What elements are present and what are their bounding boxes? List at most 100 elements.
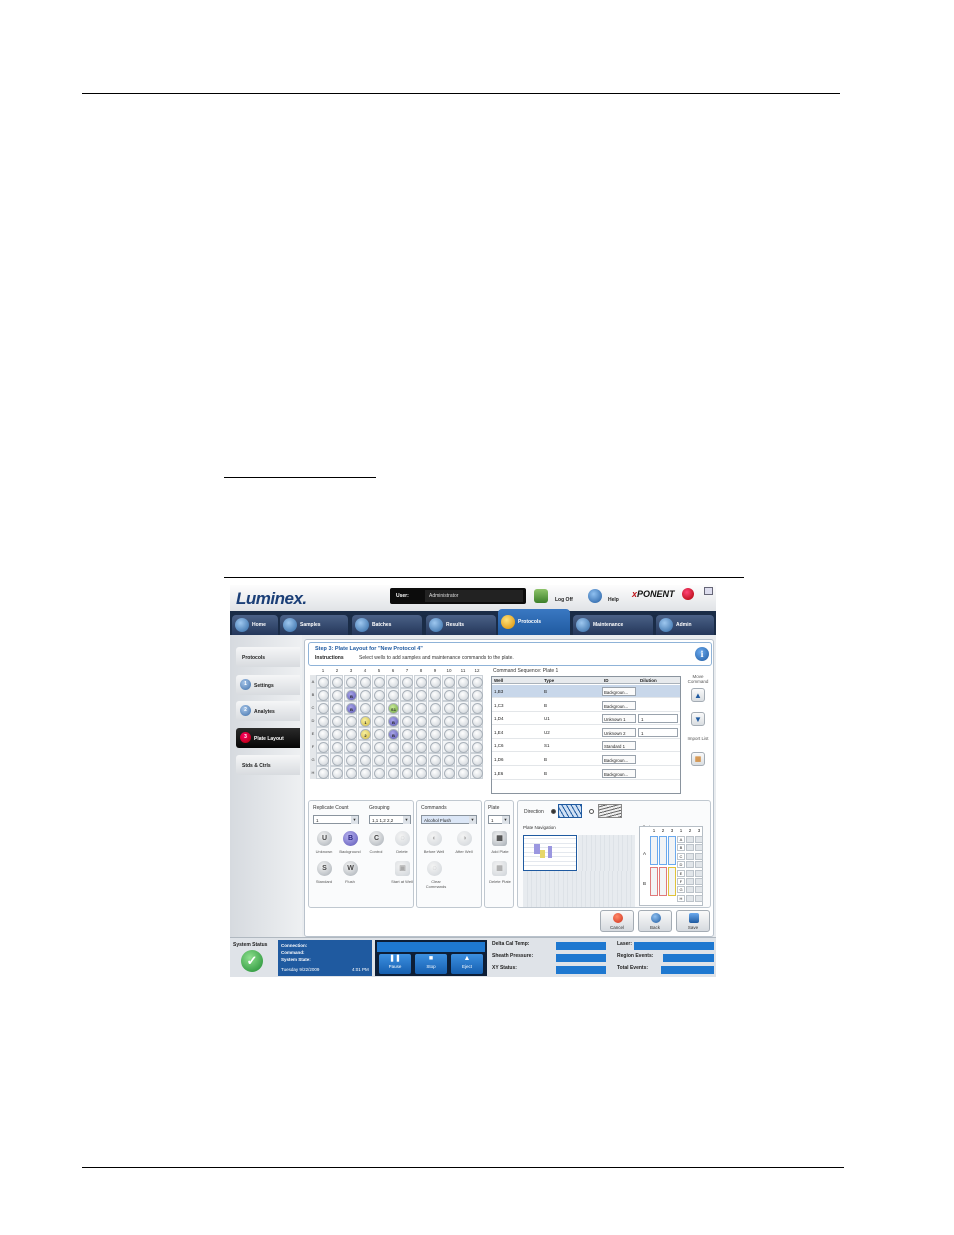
plate-well[interactable]: B [346, 703, 357, 714]
back-button[interactable]: Back [638, 910, 672, 932]
table-row[interactable]: 1,E4 U2 Unknown 21 [492, 726, 680, 739]
after-well-button[interactable]: ◑ [457, 831, 472, 846]
plate-well[interactable] [318, 716, 329, 727]
plate-well-cell[interactable] [428, 753, 441, 766]
plate-well-cell[interactable] [386, 688, 399, 701]
plate-well[interactable]: B [346, 690, 357, 701]
plate-well-cell[interactable] [428, 714, 441, 727]
plate-well-cell[interactable] [400, 714, 413, 727]
off-plate-well[interactable] [695, 894, 703, 902]
off-plate-well[interactable] [686, 836, 694, 843]
plate-well[interactable] [458, 729, 469, 740]
table-row[interactable]: 1,D6 B Backgroun... [492, 753, 680, 766]
plate-well-cell[interactable] [316, 701, 329, 714]
plate-well[interactable] [332, 755, 343, 766]
plate-well-cell[interactable] [330, 727, 343, 740]
plate-well[interactable] [416, 742, 427, 753]
plate-column-header[interactable]: 2 [330, 668, 344, 674]
plate-well[interactable]: B [388, 716, 399, 727]
plate-well[interactable] [388, 768, 399, 779]
plate-well[interactable] [332, 716, 343, 727]
tab-samples[interactable]: Samples [280, 615, 348, 635]
cell-dilution-input[interactable]: 1 [638, 727, 678, 737]
plate-well[interactable]: B [388, 729, 399, 740]
plate-well[interactable] [318, 677, 329, 688]
plate-well-cell[interactable] [470, 714, 483, 727]
plate-well[interactable] [388, 755, 399, 766]
plate-well[interactable] [458, 755, 469, 766]
plate-well-cell[interactable] [414, 688, 427, 701]
delete-button[interactable]: ◌ [395, 831, 410, 846]
off-plate-well[interactable] [695, 836, 703, 843]
plate-well-cell[interactable] [414, 675, 427, 688]
plate-well-cell[interactable] [372, 727, 385, 740]
plate-well[interactable] [332, 742, 343, 753]
off-plate-well[interactable] [686, 878, 694, 885]
plate-select[interactable]: 1 ▼ [488, 815, 510, 824]
window-menu-icon[interactable] [704, 587, 713, 595]
plate-column-header[interactable]: 8 [414, 668, 428, 674]
plate-well-cell[interactable] [456, 688, 469, 701]
plate-well-cell[interactable] [372, 740, 385, 753]
plate-well-cell[interactable] [428, 688, 441, 701]
plate-well[interactable] [388, 677, 399, 688]
plate-well[interactable] [360, 703, 371, 714]
stop-button[interactable]: ■ Stop [415, 954, 447, 974]
plate-well-cell[interactable] [344, 714, 357, 727]
off-plate-well[interactable] [686, 894, 694, 902]
plate-well[interactable] [318, 690, 329, 701]
plate-well-cell[interactable] [372, 701, 385, 714]
plate-well-cell[interactable] [372, 714, 385, 727]
plate-well[interactable] [374, 677, 385, 688]
plate-well[interactable] [332, 768, 343, 779]
plate-well[interactable] [388, 742, 399, 753]
plate-well[interactable] [318, 742, 329, 753]
direction-vertical-radio[interactable] [551, 809, 556, 814]
plate-well[interactable] [402, 742, 413, 753]
off-plate-well[interactable] [695, 861, 703, 869]
plate-well[interactable] [374, 729, 385, 740]
plate-well-cell[interactable] [344, 727, 357, 740]
plate-well[interactable] [416, 703, 427, 714]
replicate-count-select[interactable]: 1 ▼ [313, 815, 359, 824]
grouping-select[interactable]: 1,1 1,2 2,2 ▼ [369, 815, 411, 824]
off-plate-well[interactable]: H [677, 894, 685, 902]
plate-well[interactable] [402, 729, 413, 740]
table-row[interactable]: 1,D4 U1 Unknown 11 [492, 712, 680, 726]
plate-well[interactable] [332, 703, 343, 714]
plate-well-cell[interactable] [456, 753, 469, 766]
cell-id-input[interactable]: Backgroun... [602, 768, 636, 778]
plate-well-cell[interactable] [316, 714, 329, 727]
plate-well-cell[interactable] [358, 688, 371, 701]
standard-button[interactable]: S [317, 861, 332, 876]
plate-well[interactable] [458, 703, 469, 714]
plate-well[interactable] [332, 677, 343, 688]
plate-column-header[interactable]: 9 [428, 668, 442, 674]
unknown-button[interactable]: U [317, 831, 332, 846]
plate-well-cell[interactable] [344, 753, 357, 766]
plate-well[interactable]: 2 [360, 729, 371, 740]
plate-well-cell[interactable] [316, 766, 329, 779]
cell-id-input[interactable]: Backgroun... [602, 755, 636, 764]
cell-id-input[interactable]: Backgroun... [602, 700, 636, 710]
off-plate-well[interactable] [686, 886, 694, 894]
plate-well-cell[interactable] [400, 753, 413, 766]
off-plate-well[interactable] [686, 869, 694, 877]
reservoir[interactable] [668, 867, 676, 896]
plate-well[interactable] [346, 716, 357, 727]
reservoir[interactable] [659, 836, 667, 865]
plate-well[interactable] [402, 716, 413, 727]
plate-well-cell[interactable] [386, 766, 399, 779]
sidebar-item-analytes[interactable]: 2 Analytes [236, 701, 300, 721]
plate-well[interactable] [374, 690, 385, 701]
help-icon[interactable] [588, 589, 602, 603]
plate-well-cell[interactable] [442, 714, 455, 727]
reservoir[interactable] [650, 836, 658, 865]
plate-well-cell[interactable] [456, 701, 469, 714]
plate-well-cell[interactable] [400, 740, 413, 753]
logoff-icon[interactable] [534, 589, 548, 603]
plate-well-cell[interactable] [442, 727, 455, 740]
plate-column-header[interactable]: 4 [358, 668, 372, 674]
plate-well[interactable] [430, 729, 441, 740]
plate-well[interactable] [472, 755, 483, 766]
